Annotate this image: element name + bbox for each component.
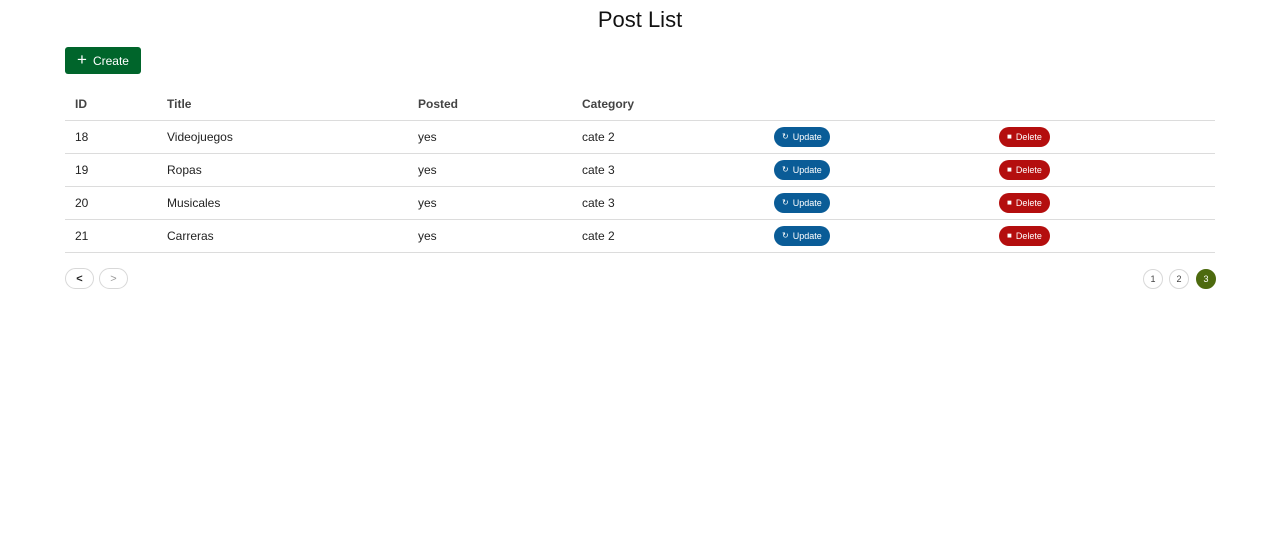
cell-id: 21 [65,219,157,253]
next-page-button[interactable]: > [99,268,128,289]
header-posted: Posted [408,89,572,121]
table-row: 19 Ropas yes cate 3 ↻ Update ■ Delete [65,153,1215,187]
chevron-left-icon: < [76,272,83,285]
create-button-label: Create [92,53,129,68]
header-update [764,89,989,121]
cell-title: Videojuegos [157,120,408,154]
update-button[interactable]: ↻ Update [774,225,830,246]
cell-title: Carreras [157,219,408,253]
cell-posted: yes [408,186,572,220]
cell-update: ↻ Update [764,153,989,187]
cell-title: Musicales [157,186,408,220]
update-button-label: Update [792,230,822,241]
cell-category: cate 3 [572,153,764,187]
cell-id: 19 [65,153,157,187]
trash-icon: ■ [1007,230,1012,240]
delete-button-label: Delete [1015,131,1042,142]
cell-delete: ■ Delete [989,219,1215,253]
header-title: Title [157,89,408,121]
delete-button[interactable]: ■ Delete [999,126,1050,147]
cell-posted: yes [408,219,572,253]
update-button-label: Update [792,197,822,208]
update-button-label: Update [792,131,822,142]
update-button[interactable]: ↻ Update [774,159,830,180]
page-3-button-active[interactable]: 3 [1196,269,1216,289]
create-button[interactable]: + Create [65,47,141,74]
cell-update: ↻ Update [764,186,989,220]
cell-title: Ropas [157,153,408,187]
header-id: ID [65,89,157,121]
delete-button-label: Delete [1015,230,1042,241]
delete-button-label: Delete [1015,197,1042,208]
header-category: Category [572,89,764,121]
page-1-button[interactable]: 1 [1143,269,1163,289]
trash-icon: ■ [1007,131,1012,141]
cell-category: cate 2 [572,219,764,253]
table-row: 20 Musicales yes cate 3 ↻ Update ■ Delet… [65,186,1215,220]
cell-category: cate 3 [572,186,764,220]
header-delete [989,89,1215,121]
chevron-right-icon: > [110,272,117,285]
delete-button-label: Delete [1015,164,1042,175]
table-row: 21 Carreras yes cate 2 ↻ Update ■ Delete [65,219,1215,253]
delete-button[interactable]: ■ Delete [999,225,1050,246]
update-button[interactable]: ↻ Update [774,192,830,213]
cell-delete: ■ Delete [989,120,1215,154]
plus-icon: + [77,50,87,69]
cell-posted: yes [408,153,572,187]
page-title: Post List [597,7,683,32]
table-row: 18 Videojuegos yes cate 2 ↻ Update ■ Del… [65,120,1215,154]
table-header-row: ID Title Posted Category [65,89,1215,121]
prev-page-button[interactable]: < [65,268,94,289]
delete-button[interactable]: ■ Delete [999,192,1050,213]
trash-icon: ■ [1007,164,1012,174]
cell-delete: ■ Delete [989,186,1215,220]
delete-button[interactable]: ■ Delete [999,159,1050,180]
update-button-label: Update [792,164,822,175]
posts-table: ID Title Posted Category 18 Videojuegos … [65,89,1215,253]
refresh-icon: ↻ [782,131,789,141]
page-2-button[interactable]: 2 [1169,269,1189,289]
cell-category: cate 2 [572,120,764,154]
refresh-icon: ↻ [782,164,789,174]
refresh-icon: ↻ [782,230,789,240]
cell-id: 20 [65,186,157,220]
cell-id: 18 [65,120,157,154]
update-button[interactable]: ↻ Update [774,126,830,147]
refresh-icon: ↻ [782,197,789,207]
cell-update: ↻ Update [764,120,989,154]
trash-icon: ■ [1007,197,1012,207]
cell-delete: ■ Delete [989,153,1215,187]
cell-update: ↻ Update [764,219,989,253]
cell-posted: yes [408,120,572,154]
